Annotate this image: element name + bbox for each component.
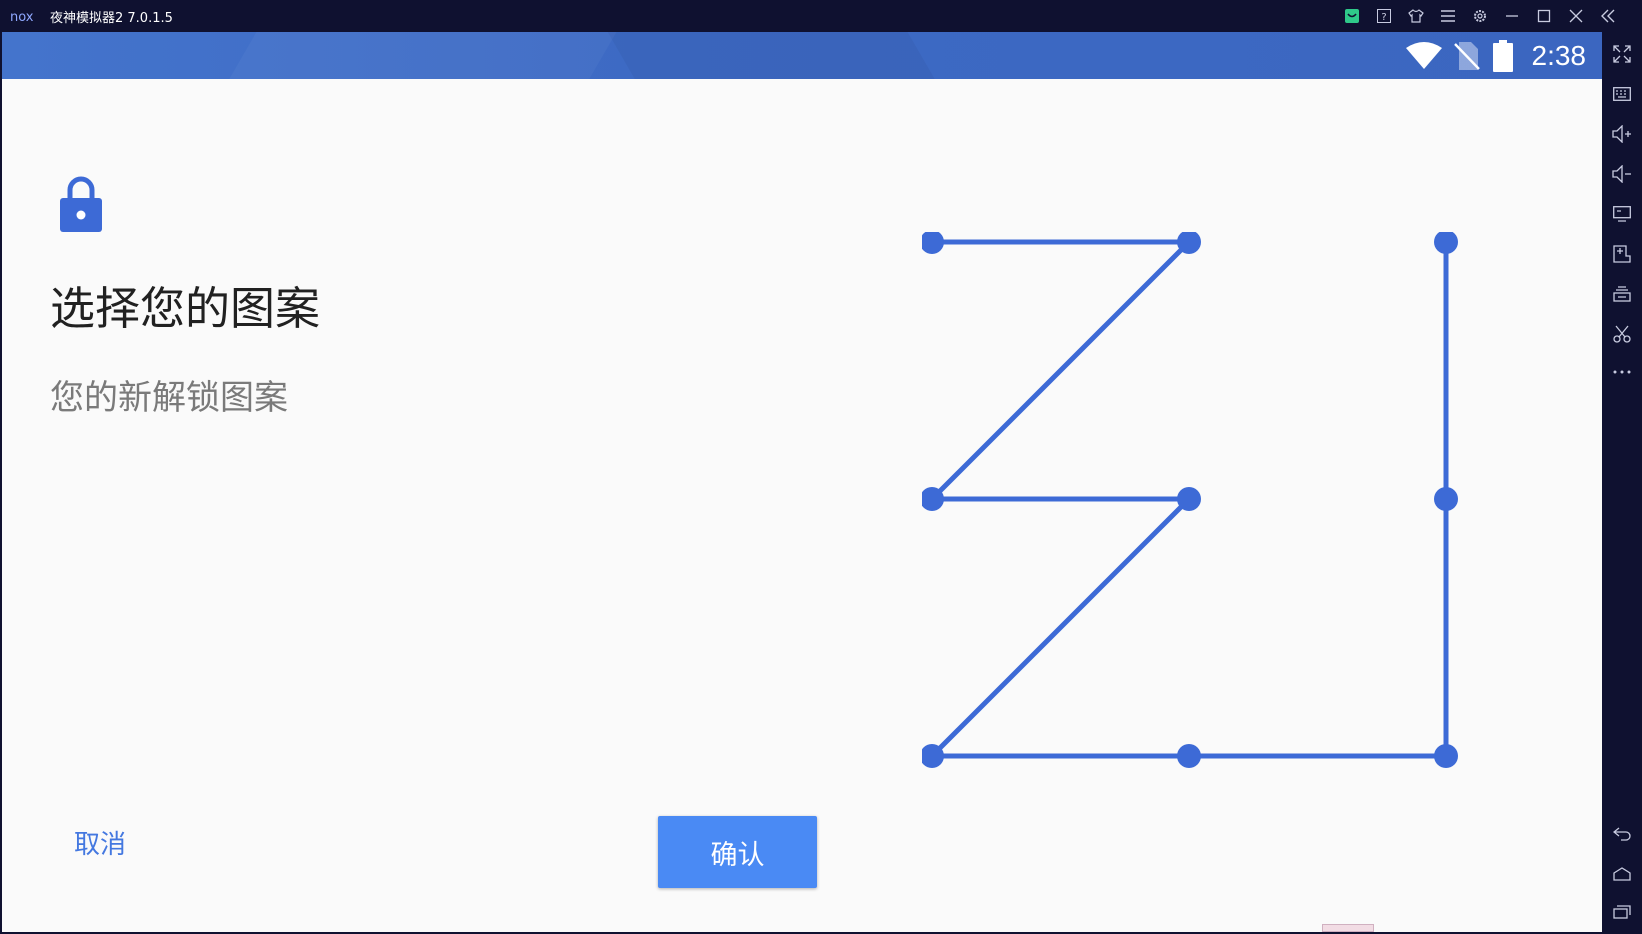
wifi-icon — [1405, 41, 1442, 69]
app-store-icon[interactable] — [1336, 0, 1368, 32]
recent-apps-icon[interactable] — [1606, 896, 1638, 928]
collapse-sidebar-icon[interactable] — [1592, 0, 1624, 32]
pattern-dot[interactable] — [1177, 487, 1201, 511]
android-screen: 2:38 选择您的图案 您的新解锁图案 取消 确认 — [2, 32, 1602, 932]
volume-up-icon[interactable] — [1606, 118, 1638, 150]
unlock-pattern-grid[interactable] — [922, 232, 1482, 792]
status-icons: 2:38 — [1405, 32, 1587, 79]
pattern-dot[interactable] — [922, 232, 944, 254]
pattern-line — [930, 497, 1191, 758]
home-icon[interactable] — [1606, 858, 1638, 890]
maximize-icon[interactable] — [1528, 0, 1560, 32]
floating-thumbnail[interactable] — [1322, 924, 1374, 932]
volume-down-icon[interactable] — [1606, 158, 1638, 190]
no-sim-icon — [1453, 41, 1480, 70]
confirm-button[interactable]: 确认 — [658, 816, 817, 888]
pattern-line — [930, 240, 1191, 501]
back-icon[interactable] — [1606, 818, 1638, 850]
menu-icon[interactable] — [1432, 0, 1464, 32]
multi-instance-icon[interactable] — [1606, 278, 1638, 310]
pattern-dot[interactable] — [1434, 487, 1458, 511]
close-icon[interactable] — [1560, 0, 1592, 32]
lock-icon — [60, 176, 102, 232]
page-title: 选择您的图案 — [50, 282, 321, 335]
help-icon[interactable]: ? — [1368, 0, 1400, 32]
pattern-dot[interactable] — [1177, 744, 1201, 768]
apk-install-icon[interactable] — [1606, 238, 1638, 270]
more-icon[interactable] — [1606, 356, 1638, 388]
minimize-icon[interactable] — [1496, 0, 1528, 32]
scissors-icon[interactable] — [1606, 318, 1638, 350]
keyboard-icon[interactable] — [1606, 78, 1638, 110]
pattern-dot[interactable] — [1434, 744, 1458, 768]
settings-icon[interactable] — [1464, 0, 1496, 32]
page-subtitle: 您的新解锁图案 — [50, 378, 288, 418]
battery-icon — [1492, 39, 1513, 72]
fullscreen-icon[interactable] — [1606, 38, 1638, 70]
cancel-button[interactable]: 取消 — [54, 812, 154, 872]
android-status-bar: 2:38 — [2, 32, 1602, 79]
screen-icon[interactable] — [1606, 198, 1638, 230]
status-clock: 2:38 — [1531, 39, 1587, 71]
svg-text:nox: nox — [10, 10, 34, 23]
emulator-sidebar — [1602, 32, 1642, 934]
emulator-title-bar: nox 夜神模拟器2 7.0.1.5 ? — [0, 0, 1642, 32]
skin-icon[interactable] — [1400, 0, 1432, 32]
title-bar-controls: ? — [1336, 0, 1624, 32]
nox-logo: nox — [10, 10, 34, 23]
window-title: 夜神模拟器2 7.0.1.5 — [50, 10, 173, 26]
svg-text:?: ? — [1381, 12, 1386, 23]
pattern-dot[interactable] — [1434, 232, 1458, 254]
